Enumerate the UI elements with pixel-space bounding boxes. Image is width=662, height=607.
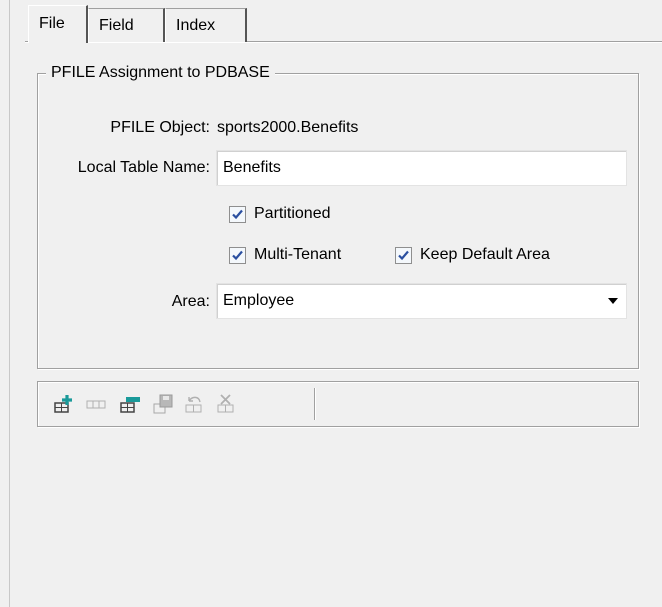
- multi-tenant-checkbox[interactable]: Multi-Tenant: [229, 245, 341, 265]
- dropdown-arrow-icon[interactable]: [608, 298, 618, 304]
- delete-button[interactable]: [214, 392, 238, 416]
- save-icon: [153, 394, 173, 414]
- pfile-object-label: PFILE Object:: [110, 119, 210, 136]
- add-row-button[interactable]: [52, 392, 76, 416]
- area-label: Area:: [171, 293, 210, 310]
- area-value: Employee: [223, 292, 295, 309]
- grid-icon: [86, 400, 106, 409]
- check-icon: [229, 205, 246, 223]
- tab-index[interactable]: Index: [165, 8, 247, 42]
- toolbar-separator: [314, 388, 316, 420]
- left-edge: [0, 0, 10, 607]
- delete-icon: [217, 394, 234, 413]
- keep-default-area-label: Keep Default Area: [420, 246, 550, 263]
- tab-panel-border-highlight: [25, 42, 662, 43]
- pfile-object-value: sports2000.Benefits: [217, 119, 359, 136]
- local-table-name-label: Local Table Name:: [77, 159, 210, 176]
- keep-default-area-checkbox[interactable]: Keep Default Area: [395, 245, 550, 265]
- undo-icon: [185, 396, 202, 413]
- tab-file-label: File: [39, 15, 65, 32]
- save-button[interactable]: [151, 392, 175, 416]
- insert-row-button[interactable]: [84, 392, 108, 416]
- area-select[interactable]: Employee: [216, 283, 627, 319]
- add-row-icon: [54, 395, 72, 413]
- local-table-name-input[interactable]: Benefits: [216, 150, 627, 186]
- partitioned-checkbox[interactable]: Partitioned: [229, 204, 331, 224]
- remove-row-button[interactable]: [118, 392, 142, 416]
- undo-button[interactable]: [182, 392, 206, 416]
- tab-file[interactable]: File: [28, 5, 88, 43]
- check-icon: [395, 246, 412, 264]
- dialog-root: File Field Index PFILE Assignment to PDB…: [0, 0, 662, 607]
- check-icon: [229, 246, 246, 264]
- tab-index-label: Index: [176, 17, 216, 34]
- remove-row-icon: [120, 397, 140, 413]
- tab-field-label: Field: [99, 17, 134, 34]
- local-table-name-value: Benefits: [223, 159, 281, 176]
- partitioned-label: Partitioned: [254, 205, 331, 222]
- multi-tenant-label: Multi-Tenant: [254, 246, 342, 263]
- row-toolbar: [37, 381, 639, 427]
- tab-field[interactable]: Field: [88, 8, 165, 42]
- group-title: PFILE Assignment to PDBASE: [46, 63, 275, 83]
